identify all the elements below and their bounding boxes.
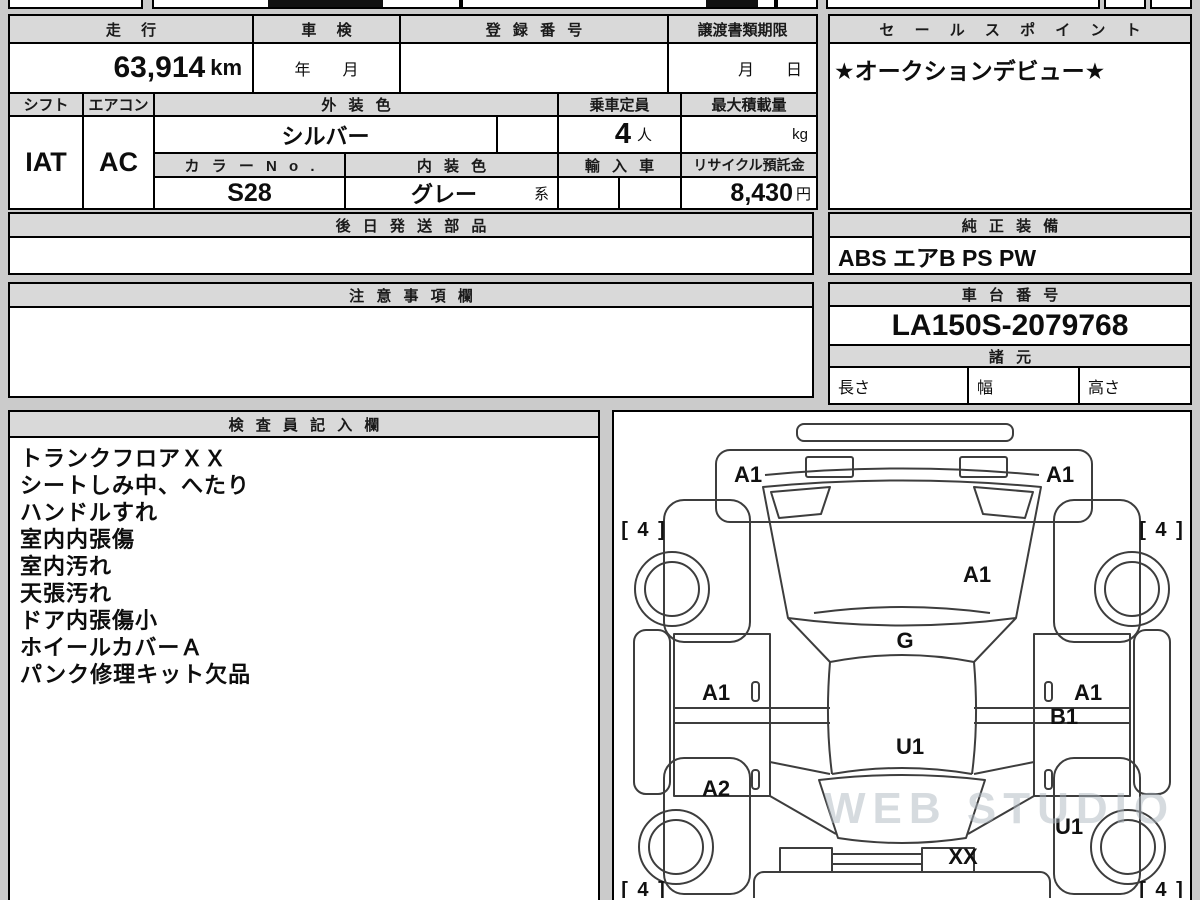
later-parts-box: 後 日 発 送 部 品 bbox=[8, 212, 814, 275]
spec-width: 幅 bbox=[969, 368, 1078, 403]
chassis-box: 車 台 番 号 LA150S-2079768 諸 元 長さ 幅 高さ bbox=[828, 282, 1192, 405]
sales-point-header: セ ー ル ス ポ イ ン ト bbox=[830, 16, 1190, 42]
damage-mark-left-front-door: A1 bbox=[702, 680, 730, 705]
mileage-number: 63,914 bbox=[113, 51, 206, 84]
recycle-unit: 円 bbox=[795, 185, 811, 203]
exterior-color-header: 外 装 色 bbox=[155, 94, 557, 115]
inspector-box: 検 査 員 記 入 欄 トランクフロアＸＸ シートしみ中、へたり ハンドルすれ … bbox=[8, 410, 600, 900]
auction-sheet: 走 行 車 検 登 録 番 号 譲渡書類期限 63,914 km 年 月 月 日… bbox=[0, 0, 1200, 900]
registration-value bbox=[401, 44, 667, 92]
damage-mark-front-bumper-left: A1 bbox=[734, 462, 762, 487]
damage-mark-right-quarter: U1 bbox=[1055, 814, 1083, 839]
shift-value: IAT bbox=[10, 117, 82, 208]
shaken-header: 車 検 bbox=[254, 16, 399, 42]
interior-color-header: 内 装 色 bbox=[346, 154, 557, 176]
transfer-deadline-value: 月 日 bbox=[669, 44, 816, 92]
inspector-note-line: 室内汚れ bbox=[20, 554, 113, 579]
shaken-value: 年 月 bbox=[254, 44, 399, 92]
cutoff-cell bbox=[776, 0, 818, 9]
damage-mark-rear-gate: XX bbox=[948, 844, 978, 869]
interior-color-suffix: 系 bbox=[533, 185, 549, 203]
damage-labels: A1 A1 A1 G A1 A1 B1 U1 A2 U1 XX [ 4 ] [ … bbox=[621, 462, 1185, 900]
cutoff-text-fragment bbox=[268, 0, 383, 7]
exterior-color-extra bbox=[498, 117, 557, 152]
tire-tread-front-right: [ 4 ] bbox=[1139, 519, 1185, 541]
equipment-box: 純 正 装 備 ABS エアB PS PW bbox=[828, 212, 1192, 275]
color-no-header: カ ラ ー N o . bbox=[155, 154, 344, 176]
later-parts-value bbox=[10, 238, 812, 273]
recycle-amount: 8,430 bbox=[730, 178, 793, 207]
spec-height: 高さ bbox=[1080, 368, 1190, 403]
capacity-value: 4 人 bbox=[559, 117, 680, 152]
mileage-header: 走 行 bbox=[10, 16, 252, 42]
inspector-header: 検 査 員 記 入 欄 bbox=[10, 412, 598, 436]
caution-box: 注 意 事 項 欄 bbox=[8, 282, 814, 398]
import-header: 輸 入 車 bbox=[559, 154, 680, 176]
specs-header: 諸 元 bbox=[830, 346, 1190, 366]
interior-color-name: グレー bbox=[410, 182, 477, 207]
exterior-color-value: シルバー bbox=[155, 117, 496, 152]
capacity-unit: 人 bbox=[636, 127, 652, 144]
inspector-note-line: ハンドルすれ bbox=[20, 500, 159, 525]
damage-mark-right-front-door: A1 bbox=[1074, 680, 1102, 705]
aircon-header: エアコン bbox=[84, 94, 153, 115]
equipment-header: 純 正 装 備 bbox=[830, 214, 1190, 236]
caution-header: 注 意 事 項 欄 bbox=[10, 284, 812, 306]
chassis-value: LA150S-2079768 bbox=[830, 307, 1190, 344]
tire-tread-rear-left: [ 4 ] bbox=[621, 879, 667, 898]
recycle-deposit-value: 8,430 円 bbox=[682, 178, 816, 208]
inspector-notes: トランクフロアＸＸ シートしみ中、へたり ハンドルすれ 室内内張傷 室内汚れ 天… bbox=[10, 438, 598, 900]
inspector-note-line: ドア内張傷小 bbox=[20, 608, 159, 633]
max-load-value: kg bbox=[682, 117, 816, 152]
sales-point-value: ★オークションデビュー★ bbox=[830, 44, 1190, 208]
damage-mark-roof: U1 bbox=[896, 734, 924, 759]
cutoff-cell bbox=[826, 0, 1100, 9]
mileage-value: 63,914 km bbox=[10, 44, 252, 92]
transfer-deadline-header: 譲渡書類期限 bbox=[669, 16, 816, 42]
spec-length: 長さ bbox=[830, 368, 967, 403]
damage-mark-right-molding: B1 bbox=[1050, 704, 1078, 729]
color-no-value: S28 bbox=[155, 178, 344, 208]
max-load-header: 最大積載量 bbox=[682, 94, 816, 115]
cutoff-cell bbox=[1104, 0, 1146, 9]
aircon-value: AC bbox=[84, 117, 153, 208]
car-outline bbox=[633, 423, 1171, 900]
import-value-cell2 bbox=[620, 178, 680, 208]
inspector-note-line: トランクフロアＸＸ bbox=[20, 446, 228, 471]
tire-tread-rear-right: [ 4 ] bbox=[1139, 879, 1185, 898]
inspector-note-line: ホイールカバーＡ bbox=[20, 635, 204, 660]
damage-mark-hood: A1 bbox=[963, 562, 991, 587]
import-value-cell bbox=[559, 178, 618, 208]
inspector-note-line: シートしみ中、へたり bbox=[20, 473, 251, 498]
car-damage-diagram: A1 A1 A1 G A1 A1 B1 U1 A2 U1 XX [ 4 ] [ … bbox=[612, 410, 1192, 900]
cutoff-text-fragment bbox=[706, 0, 758, 7]
sales-point-box: セ ー ル ス ポ イ ン ト ★オークションデビュー★ bbox=[828, 14, 1192, 210]
inspector-note-line: 室内内張傷 bbox=[20, 527, 136, 552]
damage-mark-left-rear-door: A2 bbox=[702, 776, 730, 801]
main-spec-table: 走 行 車 検 登 録 番 号 譲渡書類期限 63,914 km 年 月 月 日… bbox=[8, 14, 818, 210]
inspector-note-line: 天張汚れ bbox=[20, 581, 113, 606]
car-outline-svg: A1 A1 A1 G A1 A1 B1 U1 A2 U1 XX [ 4 ] [ … bbox=[621, 423, 1185, 900]
capacity-number: 4 bbox=[614, 118, 631, 150]
registration-header: 登 録 番 号 bbox=[401, 16, 667, 42]
recycle-deposit-header: リサイクル預託金 bbox=[682, 154, 816, 176]
damage-mark-cowl: G bbox=[896, 628, 913, 653]
cutoff-cell bbox=[1150, 0, 1192, 9]
tire-tread-front-left: [ 4 ] bbox=[621, 519, 667, 541]
mileage-unit: km bbox=[210, 55, 242, 80]
cutoff-cell bbox=[8, 0, 143, 9]
caution-value bbox=[10, 308, 812, 396]
shift-header: シフト bbox=[10, 94, 82, 115]
interior-color-value: グレー 系 bbox=[346, 178, 557, 208]
chassis-header: 車 台 番 号 bbox=[830, 284, 1190, 305]
inspector-note-line: パンク修理キット欠品 bbox=[20, 662, 252, 687]
equipment-value: ABS エアB PS PW bbox=[830, 238, 1190, 273]
damage-mark-front-bumper-right: A1 bbox=[1046, 462, 1074, 487]
later-parts-header: 後 日 発 送 部 品 bbox=[10, 214, 812, 236]
capacity-header: 乗車定員 bbox=[559, 94, 680, 115]
